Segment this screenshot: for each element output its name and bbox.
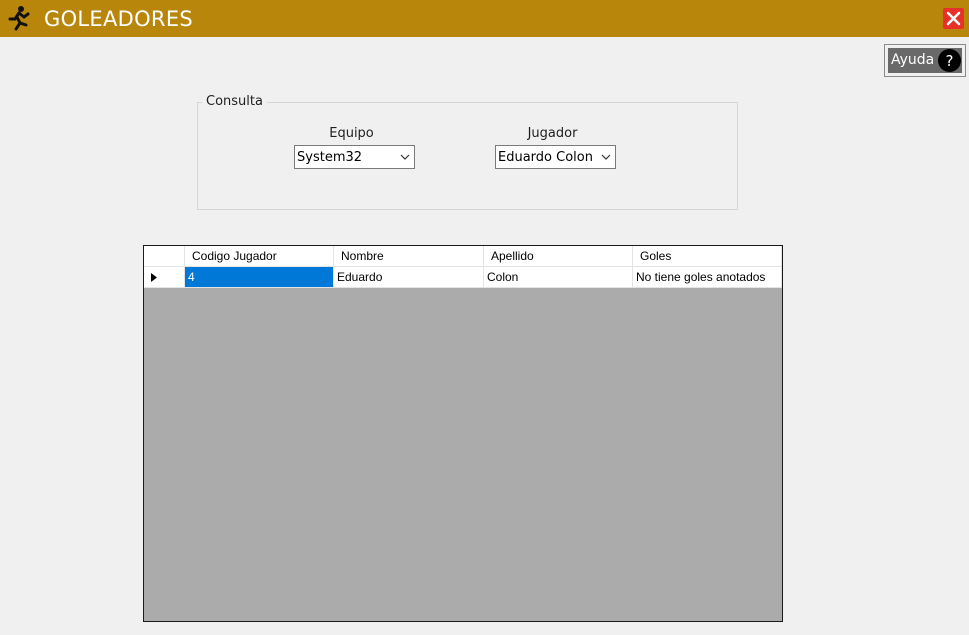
chevron-down-icon [601, 154, 611, 160]
svg-text:?: ? [946, 52, 954, 70]
help-button-label: Ayuda [891, 52, 935, 68]
cell-apellido[interactable]: Colon [484, 267, 633, 288]
cell-goles[interactable]: No tiene goles anotados [633, 267, 782, 288]
column-header-codigo[interactable]: Codigo Jugador [185, 246, 334, 267]
close-icon [946, 11, 961, 26]
help-button-face: Ayuda ? [888, 48, 962, 73]
column-header-nombre[interactable]: Nombre [334, 246, 484, 267]
chevron-down-icon [400, 154, 410, 160]
running-player-icon [8, 6, 30, 31]
table-row[interactable]: 4 Eduardo Colon No tiene goles anotados [144, 267, 782, 288]
cell-codigo[interactable]: 4 [185, 267, 334, 288]
current-row-arrow-icon [151, 273, 157, 282]
team-combobox-value: System32 [297, 150, 363, 165]
team-combobox[interactable]: System32 [294, 145, 415, 169]
column-header-goles[interactable]: Goles [633, 246, 782, 267]
row-header[interactable] [144, 267, 185, 288]
cell-nombre[interactable]: Eduardo [334, 267, 484, 288]
column-header-apellido[interactable]: Apellido [484, 246, 633, 267]
question-icon: ? [938, 49, 961, 72]
query-group-title: Consulta [202, 94, 267, 110]
title-bar: GOLEADORES [0, 0, 969, 37]
player-combobox[interactable]: Eduardo Colon [495, 145, 616, 169]
player-label: Jugador [527, 126, 578, 141]
help-button[interactable]: Ayuda ? [884, 44, 966, 77]
row-header-corner[interactable] [144, 246, 185, 267]
team-label: Equipo [329, 126, 374, 141]
query-groupbox [197, 102, 738, 210]
grid-header-row: Codigo Jugador Nombre Apellido Goles [144, 246, 782, 267]
player-combobox-value: Eduardo Colon [498, 150, 593, 165]
scorers-grid[interactable]: Codigo Jugador Nombre Apellido Goles 4 E… [143, 245, 783, 622]
window-title: GOLEADORES [44, 7, 194, 31]
close-button[interactable] [943, 8, 964, 29]
